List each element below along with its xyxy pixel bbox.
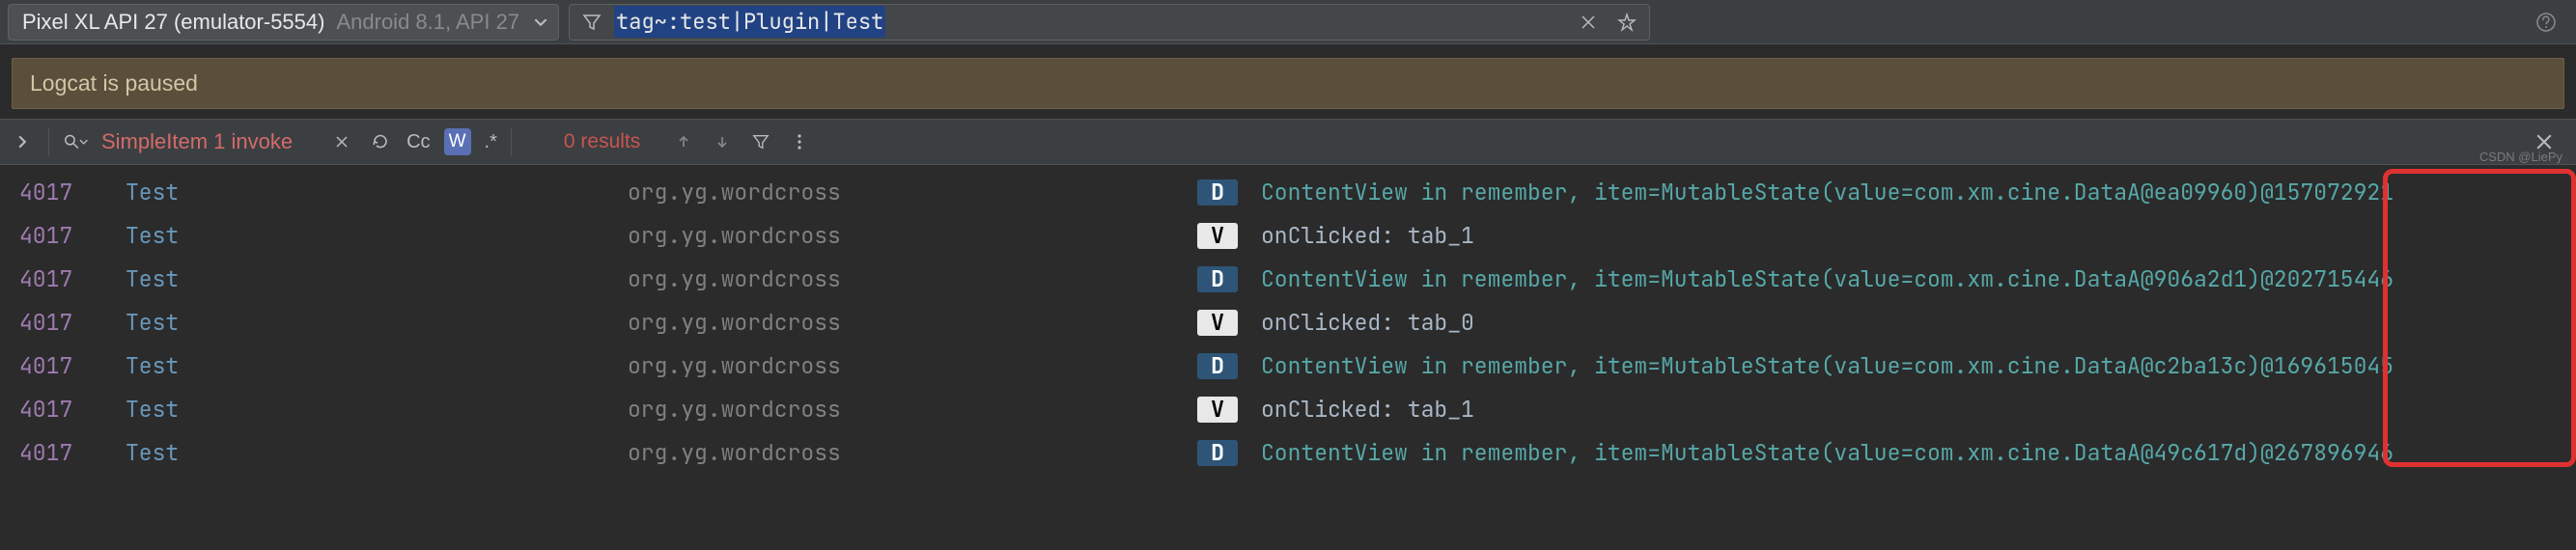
match-case-toggle[interactable]: Cc <box>406 129 430 154</box>
log-message: onClicked: tab_0 <box>1261 310 1474 336</box>
funnel-icon <box>579 10 604 35</box>
log-row[interactable]: 4017Testorg.yg.wordcrossVonClicked: tab_… <box>0 388 2576 431</box>
log-tag: Test <box>126 266 628 292</box>
words-toggle[interactable]: W <box>444 128 471 155</box>
more-icon[interactable] <box>787 129 812 154</box>
banner-text: Logcat is paused <box>30 70 198 96</box>
device-name: Pixel XL API 27 (emulator-5554) <box>22 10 324 35</box>
log-message: ContentView in remember, item=MutableSta… <box>1261 179 2394 206</box>
log-package: org.yg.wordcross <box>628 179 1197 206</box>
collapse-icon[interactable] <box>10 129 35 154</box>
separator <box>511 127 512 156</box>
log-package: org.yg.wordcross <box>628 223 1197 249</box>
separator <box>48 127 49 156</box>
log-pid: 4017 <box>19 266 126 292</box>
log-package: org.yg.wordcross <box>628 397 1197 423</box>
log-message: onClicked: tab_1 <box>1261 223 1474 249</box>
chevron-down-icon <box>527 15 554 29</box>
log-message: onClicked: tab_1 <box>1261 397 1474 423</box>
star-icon[interactable] <box>1614 10 1639 35</box>
log-tag: Test <box>126 223 628 249</box>
regex-toggle[interactable]: .* <box>485 129 497 154</box>
log-message: ContentView in remember, item=MutableSta… <box>1261 266 2394 292</box>
log-package: org.yg.wordcross <box>628 440 1197 466</box>
top-bar-right-tools <box>2534 10 2568 35</box>
log-row[interactable]: 4017Testorg.yg.wordcrossD ContentView in … <box>0 171 2576 214</box>
top-bar: Pixel XL API 27 (emulator-5554) Android … <box>0 0 2576 44</box>
log-level-badge: V <box>1197 223 1238 249</box>
log-pid: 4017 <box>19 440 126 466</box>
find-bar: SimpleItem 1 invoke Cc W .* 0 results <box>0 119 2576 165</box>
filter-text: tag~:test|Plugin|Test <box>614 6 885 38</box>
log-tag: Test <box>126 310 628 336</box>
log-level-badge: D <box>1197 353 1238 379</box>
watermark: CSDN @LiePy <box>2479 150 2562 164</box>
log-pid: 4017 <box>19 397 126 423</box>
log-level-badge: V <box>1197 397 1238 423</box>
log-row[interactable]: 4017Testorg.yg.wordcrossVonClicked: tab_… <box>0 301 2576 344</box>
log-row[interactable]: 4017Testorg.yg.wordcrossVonClicked: tab_… <box>0 214 2576 258</box>
clear-query-icon[interactable] <box>329 129 354 154</box>
help-icon[interactable] <box>2534 10 2559 35</box>
history-icon[interactable] <box>368 129 393 154</box>
log-tag: Test <box>126 353 628 379</box>
log-pid: 4017 <box>19 310 126 336</box>
logcat-paused-banner: Logcat is paused <box>12 58 2564 109</box>
log-tag: Test <box>126 440 628 466</box>
log-package: org.yg.wordcross <box>628 353 1197 379</box>
log-package: org.yg.wordcross <box>628 266 1197 292</box>
log-row[interactable]: 4017Testorg.yg.wordcrossD ContentView in … <box>0 344 2576 388</box>
log-area: CSDN @LiePy 4017Testorg.yg.wordcrossDCon… <box>0 165 2576 475</box>
results-count: 0 results <box>564 130 640 153</box>
device-meta: Android 8.1, API 27 <box>336 10 519 35</box>
log-pid: 4017 <box>19 353 126 379</box>
device-selector[interactable]: Pixel XL API 27 (emulator-5554) Android … <box>8 4 559 41</box>
next-match-icon[interactable] <box>710 129 735 154</box>
log-pid: 4017 <box>19 223 126 249</box>
log-tag: Test <box>126 397 628 423</box>
log-level-badge: D <box>1197 179 1238 206</box>
log-level-badge: D <box>1197 440 1238 466</box>
logcat-filter-input[interactable]: tag~:test|Plugin|Test <box>569 4 1650 41</box>
log-level-badge: V <box>1197 310 1238 336</box>
log-level-badge: D <box>1197 266 1238 292</box>
log-row[interactable]: 4017Testorg.yg.wordcrossD ContentView in … <box>0 258 2576 301</box>
log-package: org.yg.wordcross <box>628 310 1197 336</box>
log-message: ContentView in remember, item=MutableSta… <box>1261 353 2394 379</box>
log-row[interactable]: 4017Testorg.yg.wordcrossD ContentView in … <box>0 431 2576 475</box>
search-mode-icon[interactable] <box>63 129 88 154</box>
log-tag: Test <box>126 179 628 206</box>
clear-filter-icon[interactable] <box>1576 10 1601 35</box>
prev-match-icon[interactable] <box>671 129 696 154</box>
log-pid: 4017 <box>19 179 126 206</box>
filter-icon[interactable] <box>748 129 773 154</box>
find-query[interactable]: SimpleItem 1 invoke <box>101 129 293 154</box>
log-message: ContentView in remember, item=MutableSta… <box>1261 440 2394 466</box>
